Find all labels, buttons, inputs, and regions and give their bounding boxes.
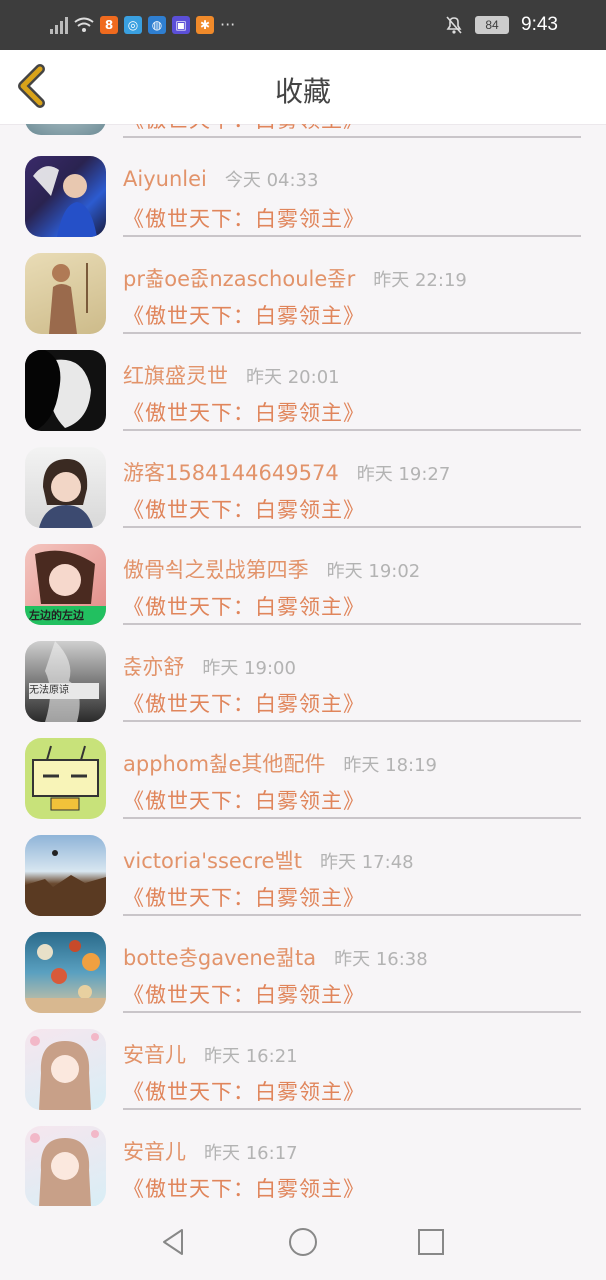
avatar bbox=[25, 738, 106, 819]
book-title: 《傲世天下：白雾领主》 bbox=[123, 595, 365, 619]
user-name: 安音儿 昨天 16:17 bbox=[123, 1140, 298, 1164]
book-title: 《傲世天下：白雾领主》 bbox=[123, 304, 365, 328]
user-name: apphom췶e其他配件 昨天 18:19 bbox=[123, 752, 437, 776]
favorites-list: 《傲世天下：白雾领主》 Aiyunlei今天 04:33 《傲世天下：白雾领主》… bbox=[0, 124, 606, 1206]
user-name: 安音儿 昨天 16:21 bbox=[123, 1043, 298, 1067]
list-item[interactable]: botte충gavene퀆ta 昨天 16:38 《傲世天下：白雾领主》 bbox=[0, 930, 606, 1027]
divider bbox=[123, 429, 581, 431]
user-name: 游客1584144649574 昨天 19:27 bbox=[123, 461, 451, 485]
avatar bbox=[25, 156, 106, 237]
app-icon-3: ◍ bbox=[148, 16, 166, 34]
divider bbox=[123, 332, 581, 334]
app-icon-1: 8 bbox=[100, 16, 118, 34]
app-icon-5: ✱ bbox=[196, 16, 214, 34]
list-item[interactable]: 游客1584144649574 昨天 19:27 《傲世天下：白雾领主》 bbox=[0, 445, 606, 542]
user-name: pr춃oe좂nzaschoule좊r 昨天 22:19 bbox=[123, 267, 467, 291]
list-item[interactable]: apphom췶e其他配件 昨天 18:19 《傲世天下：白雾领主》 bbox=[0, 736, 606, 833]
avatar bbox=[25, 1029, 106, 1110]
user-name: 傲骨쇡之륐战第四季 昨天 19:02 bbox=[123, 558, 421, 582]
user-name: 춙亦舒 昨天 19:00 bbox=[123, 655, 296, 679]
book-title: 《傲世天下：白雾领主》 bbox=[123, 789, 365, 813]
book-title: 《傲世天下：白雾领主》 bbox=[123, 498, 365, 522]
book-title: 《傲世天下：白雾领主》 bbox=[123, 983, 365, 1007]
book-title: 《傲世天下：白雾领主》 bbox=[123, 207, 365, 231]
app-header: 收藏 bbox=[0, 50, 606, 125]
book-title: 《傲世天下：白雾领主》 bbox=[123, 692, 365, 716]
signal-icon bbox=[50, 16, 68, 34]
divider bbox=[123, 914, 581, 916]
timestamp: 昨天 16:17 bbox=[204, 1143, 298, 1164]
book-title: 《傲世天下：白雾领主》 bbox=[123, 401, 365, 425]
list-item[interactable]: pr춃oe좂nzaschoule좊r 昨天 22:19 《傲世天下：白雾领主》 bbox=[0, 251, 606, 348]
list-item[interactable]: 左边的左边 傲骨쇡之륐战第四季 昨天 19:02 《傲世天下：白雾领主》 bbox=[0, 542, 606, 639]
avatar bbox=[25, 350, 106, 431]
more-icon: ··· bbox=[220, 15, 236, 34]
divider bbox=[123, 235, 581, 237]
timestamp: 昨天 19:00 bbox=[202, 658, 296, 679]
list-item[interactable]: 安音儿 昨天 16:21 《傲世天下：白雾领主》 bbox=[0, 1027, 606, 1124]
wifi-icon bbox=[74, 17, 94, 32]
avatar bbox=[25, 1126, 106, 1206]
divider bbox=[123, 720, 581, 722]
timestamp: 昨天 19:02 bbox=[326, 561, 421, 582]
recents-square-icon[interactable] bbox=[415, 1226, 447, 1258]
timestamp: 昨天 22:19 bbox=[373, 270, 467, 291]
timestamp: 昨天 20:01 bbox=[246, 367, 340, 388]
timestamp: 昨天 17:48 bbox=[320, 852, 414, 873]
list-item[interactable]: 红旗盛灵世 昨天 20:01 《傲世天下：白雾领主》 bbox=[0, 348, 606, 445]
avatar-caption: 无法原谅 bbox=[29, 683, 99, 699]
app-icon-4: ▣ bbox=[172, 16, 190, 34]
timestamp: 昨天 16:21 bbox=[204, 1046, 298, 1067]
status-left-icons: 8 ◎ ◍ ▣ ✱ ··· bbox=[50, 14, 235, 36]
avatar bbox=[25, 932, 106, 1013]
timestamp: 昨天 19:27 bbox=[356, 464, 451, 485]
timestamp: 昨天 16:38 bbox=[334, 949, 428, 970]
avatar: 左边的左边 bbox=[25, 544, 106, 625]
user-name: 红旗盛灵世 昨天 20:01 bbox=[123, 364, 340, 388]
app-icon-2: ◎ bbox=[124, 16, 142, 34]
user-name: botte충gavene퀆ta 昨天 16:38 bbox=[123, 946, 428, 970]
book-title: 《傲世天下：白雾领主》 bbox=[123, 124, 365, 134]
book-title: 《傲世天下：白雾领主》 bbox=[123, 1080, 365, 1104]
list-item[interactable]: Aiyunlei 今天 04:33 《傲世天下：白雾领主》 bbox=[0, 154, 606, 251]
divider bbox=[123, 623, 581, 625]
list-item[interactable]: victoria'ssecre벨t 昨天 17:48 《傲世天下：白雾领主》 bbox=[0, 833, 606, 930]
avatar bbox=[25, 447, 106, 528]
divider bbox=[123, 1108, 581, 1110]
home-circle-icon[interactable] bbox=[287, 1226, 319, 1258]
list-item[interactable]: 安音儿 昨天 16:17 《傲世天下：白雾领主》 bbox=[0, 1124, 606, 1206]
user-name: Aiyunlei 今天 04:33 bbox=[123, 167, 319, 191]
divider bbox=[123, 1011, 581, 1013]
battery-indicator: 84 bbox=[475, 16, 510, 34]
avatar bbox=[25, 253, 106, 334]
timestamp: 今天 04:33 bbox=[224, 170, 319, 191]
list-item[interactable]: 无法原谅 춙亦舒 昨天 19:00 《傲世天下：白雾领主》 bbox=[0, 639, 606, 736]
avatar bbox=[25, 835, 106, 916]
system-nav-bar bbox=[0, 1206, 606, 1280]
status-right: 84 9:43 bbox=[445, 12, 558, 38]
avatar bbox=[25, 124, 106, 135]
page-title: 收藏 bbox=[274, 75, 331, 108]
avatar-caption: 左边的左边 bbox=[29, 609, 84, 622]
timestamp: 昨天 18:19 bbox=[343, 755, 437, 776]
divider bbox=[123, 526, 581, 528]
clock: 9:43 bbox=[521, 14, 558, 35]
mute-bell-icon bbox=[446, 16, 462, 34]
book-title: 《傲世天下：白雾领主》 bbox=[123, 886, 365, 910]
user-name: victoria'ssecre벨t 昨天 17:48 bbox=[123, 849, 414, 873]
divider bbox=[123, 817, 581, 819]
divider bbox=[123, 136, 581, 138]
avatar: 无法原谅 bbox=[25, 641, 106, 722]
book-title: 《傲世天下：白雾领主》 bbox=[123, 1177, 365, 1201]
back-triangle-icon[interactable] bbox=[158, 1226, 190, 1258]
status-bar: 8 ◎ ◍ ▣ ✱ ··· 84 9:43 bbox=[0, 0, 606, 50]
